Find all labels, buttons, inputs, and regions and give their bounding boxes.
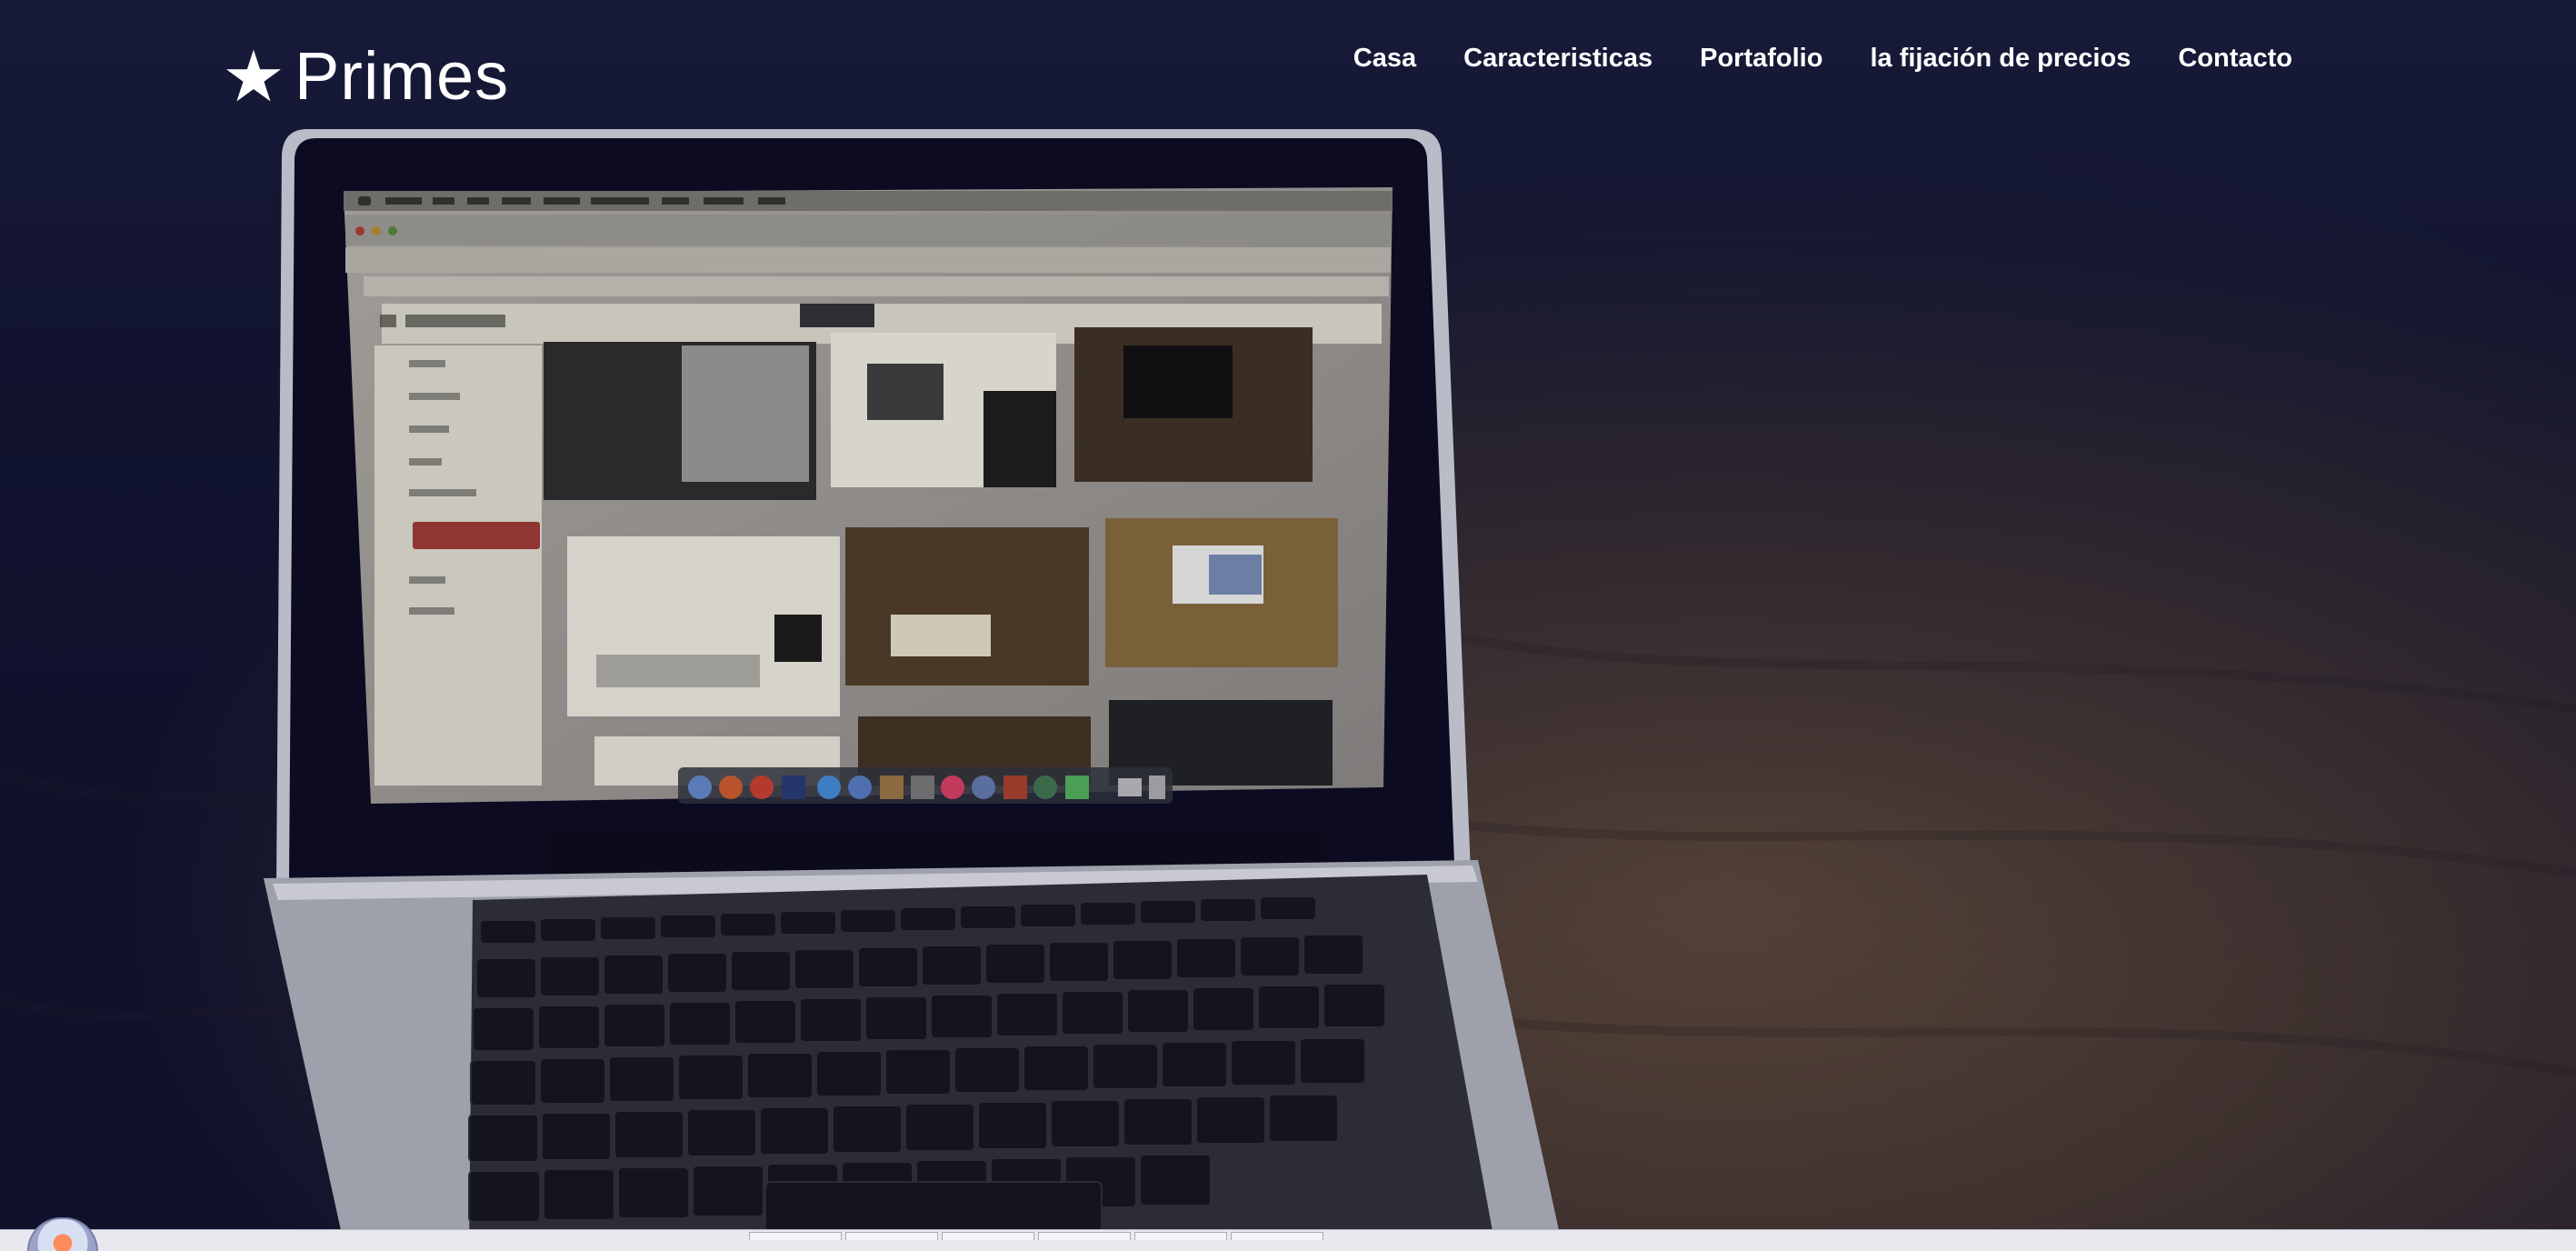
keyboard-key [1303,934,1364,976]
keyboard-key [904,1103,975,1152]
keyboard-key [1259,896,1317,921]
keyboard-key [475,957,537,999]
keyboard-key [666,952,728,994]
keyboard-key [479,919,537,945]
keyboard-key [1299,1037,1366,1085]
keyboard-key [468,1170,541,1223]
keyboard-key [472,1006,535,1052]
nav-item-portafolio: Portafolio [1700,36,1822,80]
keyboard-key [537,1005,601,1050]
keyboard-key [1268,1094,1339,1143]
taskbar-tab[interactable] [1231,1232,1323,1240]
nav-link-casa[interactable]: Casa [1353,44,1416,73]
keyboard-key [719,912,777,937]
keyboard-key [794,948,855,990]
keyboard-key [799,997,863,1043]
keyboard-key [668,1001,732,1046]
star-icon: ★ [222,36,285,116]
keyboard-key [603,954,664,996]
taskbar-tab[interactable] [942,1232,1034,1240]
keyboard-key [746,1052,814,1099]
keyboard-key [864,996,928,1041]
keyboard-key [1199,897,1257,923]
keyboard-key [1019,903,1077,928]
keyboard-spacebar [764,1181,1103,1234]
keyboard-key [1139,1154,1212,1206]
nav-link-contacto[interactable]: Contacto [2178,44,2292,73]
keyboard-key [539,917,597,943]
keyboard-key [1192,986,1255,1032]
nav-link-precios[interactable]: la fijación de precios [1870,44,2131,73]
keyboard-key [1139,899,1197,925]
keyboard-key [977,1101,1048,1150]
keyboard-key [617,1166,690,1219]
nav-link-caracteristicas[interactable]: Caracteristicas [1463,44,1652,73]
nav-item-casa: Casa [1353,36,1416,80]
keyboard-key [539,1057,606,1105]
keyboard-key [1048,941,1110,983]
keyboard-key [1195,1096,1266,1145]
taskbar-tab[interactable] [749,1232,842,1240]
keyboard-key [692,1165,764,1217]
keyboard-key [603,1003,666,1048]
keyboard-key [984,943,1046,985]
keyboard-key [543,1168,615,1221]
keyboard-key [1123,1097,1193,1146]
nav-item-caracteristicas: Caracteristicas [1463,36,1652,80]
keyboard-key [1126,988,1190,1034]
nav-link-portafolio[interactable]: Portafolio [1700,44,1822,73]
keyboard-key [1230,1039,1297,1086]
top-navbar: ★ Primes Casa Caracteristicas Portafolio… [0,0,2576,136]
keyboard-key [779,910,837,936]
keyboard-key [1323,983,1386,1028]
hero-background-image [0,0,2576,1251]
keyboard-key [468,1114,539,1163]
keyboard-key [1161,1041,1228,1088]
keyboard-key [686,1108,757,1157]
keyboard-key [730,950,792,992]
os-taskbar [0,1217,2576,1251]
keyboard-key [759,1106,830,1156]
keyboard-key [608,1056,675,1103]
taskbar-tab[interactable] [1038,1232,1131,1240]
keyboard-key [921,945,983,986]
keyboard-key [1239,936,1301,977]
keyboard-key [1092,1043,1159,1090]
keyboard-key [614,1110,684,1159]
keyboard-key [884,1048,952,1096]
keyboard-key [899,906,957,932]
keyboard-key [832,1105,903,1154]
brand-logo-link[interactable]: ★ Primes [222,36,510,116]
keyboard-key [539,956,601,997]
keyboard-key [1050,1099,1121,1148]
hero-section: ★ Primes Casa Caracteristicas Portafolio… [0,0,2576,1251]
keyboard-key [1079,901,1137,926]
main-navigation: Casa Caracteristicas Portafolio la fijac… [1353,36,2292,80]
keyboard-key [839,908,897,934]
keyboard-key [995,992,1059,1037]
taskbar-tab[interactable] [1134,1232,1227,1240]
keyboard-key [959,905,1017,930]
keyboard-key [1061,990,1124,1036]
nav-item-contacto: Contacto [2178,36,2292,80]
keyboard-key [1112,939,1173,981]
keyboard-key [470,1059,537,1106]
keyboard-key [677,1054,744,1101]
taskbar-tab[interactable] [845,1232,938,1240]
brand-name: Primes [294,38,510,114]
keyboard-key [541,1112,612,1161]
nav-item-precios: la fijación de precios [1870,36,2131,80]
keyboard-key [954,1046,1021,1094]
keyboard-key [734,999,797,1045]
keyboard-key [930,994,993,1039]
keyboard-key [1257,985,1321,1030]
keyboard-key [857,946,919,988]
keyboard-key [1023,1045,1090,1092]
keyboard-key [1175,937,1237,979]
keyboard-key [815,1050,883,1097]
keyboard-key [599,916,657,941]
keyboard-key [659,914,717,939]
